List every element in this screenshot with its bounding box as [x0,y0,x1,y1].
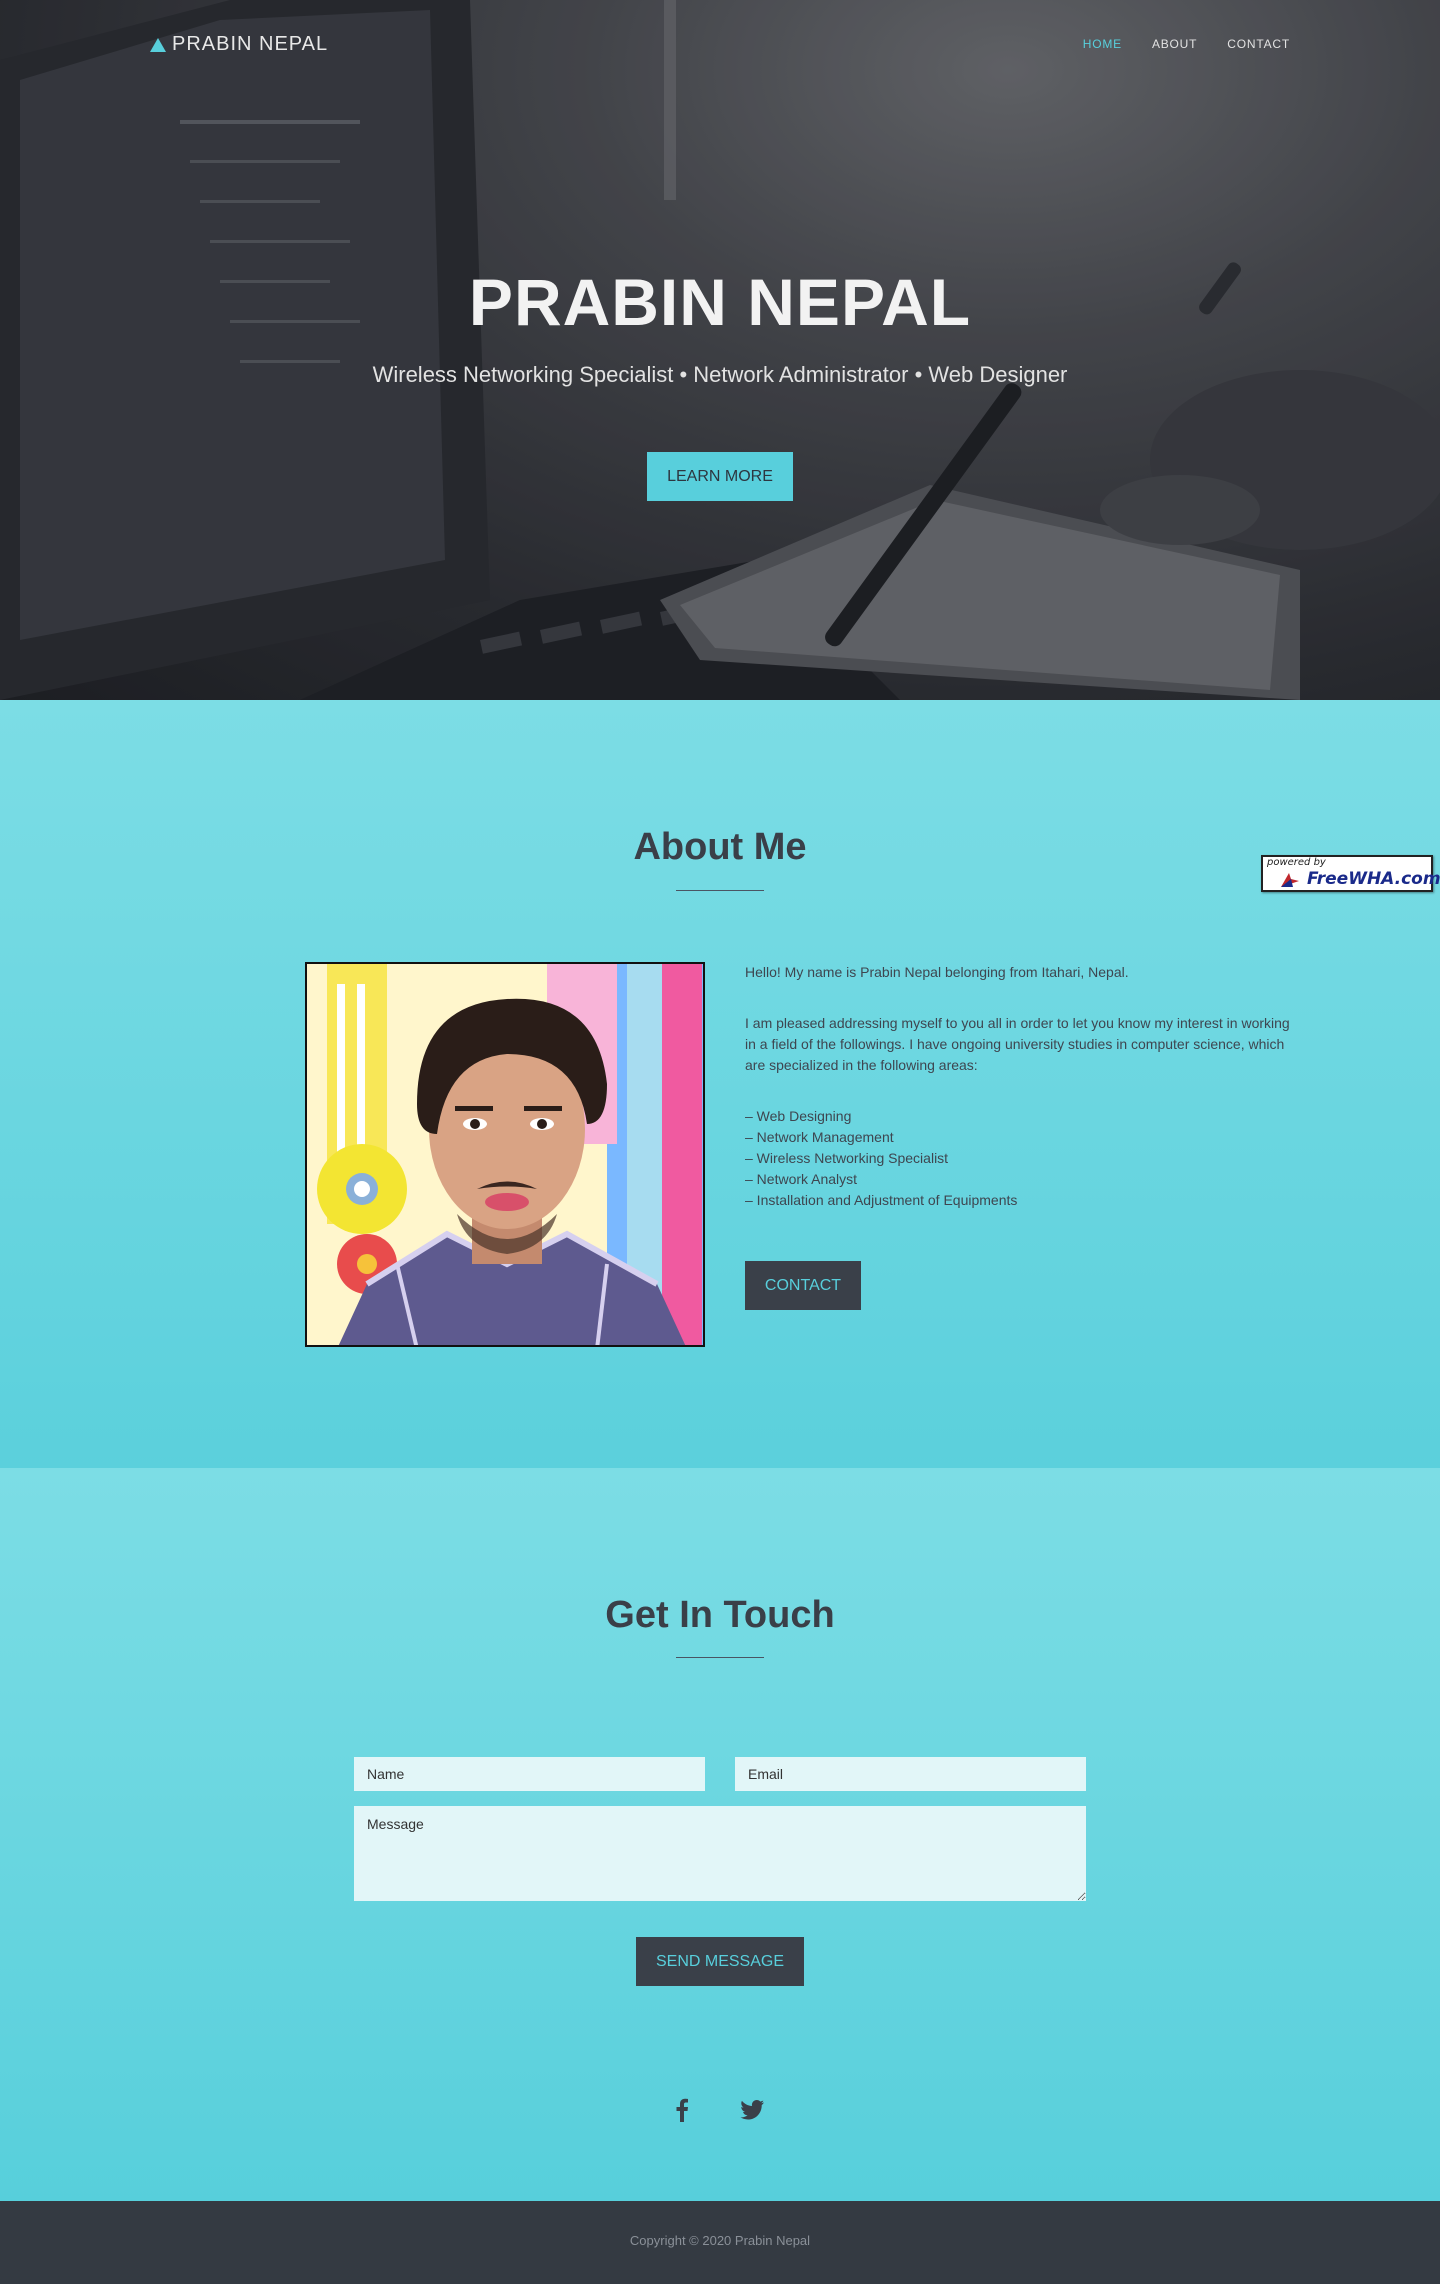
hero-section: PRABIN NEPAL HOME ABOUT CONTACT PRABIN N… [0,0,1440,700]
profile-photo [305,962,705,1347]
hero-title: PRABIN NEPAL [468,265,972,339]
about-title: About Me [633,826,807,868]
about-title-divider [676,890,764,891]
freewha-logo-icon [1281,873,1299,887]
about-intro: Hello! My name is Prabin Nepal belonging… [745,964,1129,980]
about-text: Hello! My name is Prabin Nepal belonging… [745,962,1293,1253]
badge-brand: FreeWHA.com [1307,869,1440,889]
name-field[interactable] [354,1757,705,1791]
triangle-logo-icon [150,37,166,52]
top-navigation: PRABIN NEPAL HOME ABOUT CONTACT [0,0,1440,90]
skill-item: – Network Management [745,1129,894,1145]
contact-section: Get In Touch SEND MESSAGE [0,1468,1440,2201]
nav-link-contact[interactable]: CONTACT [1227,37,1290,51]
facebook-link[interactable] [667,2095,697,2125]
nav-link-about[interactable]: ABOUT [1152,37,1197,51]
contact-title-divider [676,1657,764,1658]
learn-more-button[interactable]: LEARN MORE [647,452,793,501]
skill-item: – Web Designing [745,1108,852,1124]
nav-link-home[interactable]: HOME [1083,37,1122,51]
skill-item: – Installation and Adjustment of Equipme… [745,1192,1018,1208]
nav-links: HOME ABOUT CONTACT [1083,37,1290,51]
brand-logo-link[interactable]: PRABIN NEPAL [150,33,328,56]
badge-powered-by: powered by [1267,857,1326,868]
contact-title: Get In Touch [605,1594,835,1636]
skills-list: – Web Designing – Network Management – W… [745,1106,1293,1211]
twitter-link[interactable] [737,2095,767,2125]
freewha-badge[interactable]: powered by FreeWHA.com [1261,855,1440,892]
twitter-icon [740,2100,764,2120]
brand-name: PRABIN NEPAL [172,33,329,55]
hero-subtitle: Wireless Networking Specialist • Network… [372,362,1068,387]
about-section: About Me powered by FreeWHA.com Hello! M… [0,700,1440,1468]
about-paragraph: I am pleased addressing myself to you al… [745,1015,1290,1073]
send-message-button[interactable]: SEND MESSAGE [636,1937,804,1986]
skill-item: – Network Analyst [745,1171,858,1187]
facebook-icon [676,2098,688,2122]
copyright-text: Copyright © 2020 Prabin Nepal [629,2233,811,2248]
contact-button[interactable]: CONTACT [745,1261,861,1310]
hero-overlay [0,0,1440,700]
skill-item: – Wireless Networking Specialist [745,1150,949,1166]
footer: Copyright © 2020 Prabin Nepal [0,2201,1440,2284]
email-field[interactable] [735,1757,1086,1791]
message-field[interactable] [354,1806,1086,1901]
